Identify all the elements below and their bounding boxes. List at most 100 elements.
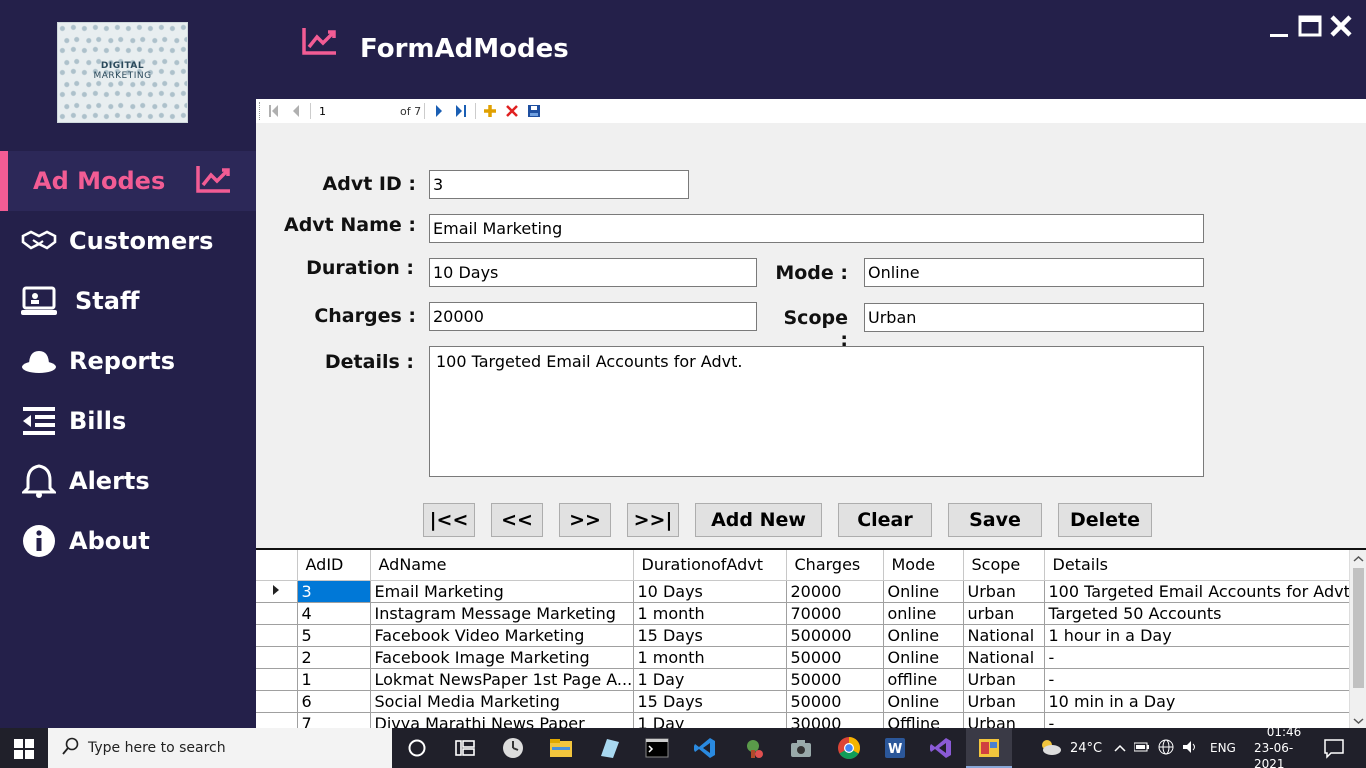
table-cell-scope[interactable]: National [963,646,1045,669]
table-cell-adid[interactable]: 5 [297,624,371,647]
previous-record-button[interactable]: << [491,503,543,537]
running-app-highlight[interactable] [966,728,1012,768]
table-row[interactable]: 6 Social Media Marketing 15 Days 50000 Onlin… [256,690,1356,713]
delete-icon[interactable] [501,100,523,122]
table-cell-durationofadvt[interactable]: 1 month [633,602,787,625]
table-row[interactable]: 2 Facebook Image Marketing 1 month 50000 Onl… [256,646,1356,669]
table-cell-durationofadvt[interactable]: 15 Days [633,624,787,647]
table-cell-charges[interactable]: 20000 [786,580,884,603]
sidebar-item-alerts[interactable]: Alerts [0,451,256,511]
last-record-button[interactable]: >>| [627,503,679,537]
vs-code-icon[interactable] [693,736,717,760]
move-next-icon[interactable] [428,100,450,122]
table-cell-adid[interactable]: 7 [297,712,371,728]
table-cell-scope[interactable]: Urban [963,580,1045,603]
minimize-button[interactable] [1268,14,1290,42]
ad-modes-grid[interactable]: AdID AdName DurationofAdvt Charges Mode … [256,548,1366,728]
battery-icon[interactable] [1133,741,1150,755]
chrome-icon[interactable] [837,736,861,760]
network-icon[interactable] [1158,739,1174,758]
table-cell-scope[interactable]: urban [963,602,1045,625]
sidebar-item-reports[interactable]: Reports [0,331,256,391]
sidebar-item-ad-modes[interactable]: Ad Modes [0,151,256,211]
close-button[interactable] [1329,14,1353,42]
column-header[interactable]: Details [1044,550,1356,581]
table-cell-durationofadvt[interactable]: 1 Day [633,668,787,691]
sidebar-item-customers[interactable]: Customers [0,211,256,271]
column-header[interactable]: Scope [963,550,1045,581]
sidebar-item-bills[interactable]: Bills [0,391,256,451]
table-cell-durationofadvt[interactable]: 1 month [633,646,787,669]
volume-icon[interactable] [1182,740,1198,757]
command-prompt-icon[interactable] [645,736,669,760]
table-cell-charges[interactable]: 50000 [786,668,884,691]
next-record-button[interactable]: >> [559,503,611,537]
table-cell-details[interactable]: Targeted 50 Accounts [1044,602,1356,625]
scrollbar-thumb[interactable] [1353,568,1364,688]
column-header[interactable]: DurationofAdvt [633,550,787,581]
scope-field[interactable] [864,303,1204,332]
advt-name-field[interactable] [429,214,1204,243]
table-cell-adname[interactable]: Instagram Message Marketing [370,602,634,625]
table-cell-adid[interactable]: 2 [297,646,371,669]
table-cell-scope[interactable]: National [963,624,1045,647]
paint-app-icon[interactable] [741,736,765,760]
advt-id-field[interactable] [429,170,689,199]
add-new-icon[interactable] [479,100,501,122]
widgets-icon[interactable] [453,736,477,760]
table-cell-details[interactable]: - [1044,668,1356,691]
table-row[interactable]: 7 Divya Marathi News Paper 1 Day 30000 Offli… [256,712,1356,728]
add-new-button[interactable]: Add New [695,503,822,537]
table-cell-durationofadvt[interactable]: 1 Day [633,712,787,728]
active-form-app-icon[interactable] [977,736,1001,760]
table-cell-scope[interactable]: Urban [963,668,1045,691]
table-cell-charges[interactable]: 50000 [786,646,884,669]
clear-button[interactable]: Clear [838,503,932,537]
word-icon[interactable]: W [883,736,907,760]
table-cell-mode[interactable]: Online [883,690,964,713]
vertical-scrollbar[interactable] [1349,550,1366,728]
table-cell-mode[interactable]: Online [883,580,964,603]
windows-start-icon[interactable] [14,739,34,759]
row-header[interactable] [256,580,298,603]
table-cell-details[interactable]: 100 Targeted Email Accounts for Advt. [1044,580,1356,603]
clock[interactable]: 01:46 23-06-2021 [1254,725,1314,768]
table-cell-durationofadvt[interactable]: 15 Days [633,690,787,713]
table-cell-adid[interactable]: 1 [297,668,371,691]
table-cell-scope[interactable]: Urban [963,712,1045,728]
clock-app-icon[interactable] [501,736,525,760]
table-cell-charges[interactable]: 30000 [786,712,884,728]
row-header[interactable] [256,602,298,625]
file-explorer-icon[interactable] [549,736,573,760]
table-cell-scope[interactable]: Urban [963,690,1045,713]
sticky-notes-icon[interactable] [597,736,621,760]
table-cell-adname[interactable]: Divya Marathi News Paper [370,712,634,728]
table-row[interactable]: 4 Instagram Message Marketing 1 month 70000… [256,602,1356,625]
table-cell-adname[interactable]: Facebook Video Marketing [370,624,634,647]
table-cell-mode[interactable]: Offline [883,712,964,728]
move-previous-icon[interactable] [285,100,307,122]
table-cell-mode[interactable]: offline [883,668,964,691]
visual-studio-icon[interactable] [929,736,953,760]
chevron-up-icon[interactable] [1114,741,1126,755]
table-cell-details[interactable]: 1 hour in a Day [1044,624,1356,647]
scroll-up-icon[interactable] [1350,552,1366,566]
save-button[interactable]: Save [948,503,1042,537]
table-cell-details[interactable]: 10 min in a Day [1044,690,1356,713]
table-cell-mode[interactable]: online [883,602,964,625]
mode-field[interactable] [864,258,1204,287]
table-cell-durationofadvt[interactable]: 10 Days [633,580,787,603]
table-cell-adid[interactable]: 6 [297,690,371,713]
table-cell-charges[interactable]: 500000 [786,624,884,647]
task-view-icon[interactable] [405,736,429,760]
column-header[interactable]: Mode [883,550,964,581]
table-cell-adname[interactable]: Social Media Marketing [370,690,634,713]
table-row[interactable]: 3 Email Marketing 10 Days 20000 Online Urban 1… [256,580,1356,603]
table-cell-mode[interactable]: Online [883,646,964,669]
row-header[interactable] [256,690,298,713]
notifications-icon[interactable] [1322,736,1346,760]
table-cell-charges[interactable]: 50000 [786,690,884,713]
column-header[interactable]: Charges [786,550,884,581]
table-row[interactable]: 1 Lokmat NewsPaper 1st Page A... 1 Day 5000… [256,668,1356,691]
row-header[interactable] [256,624,298,647]
